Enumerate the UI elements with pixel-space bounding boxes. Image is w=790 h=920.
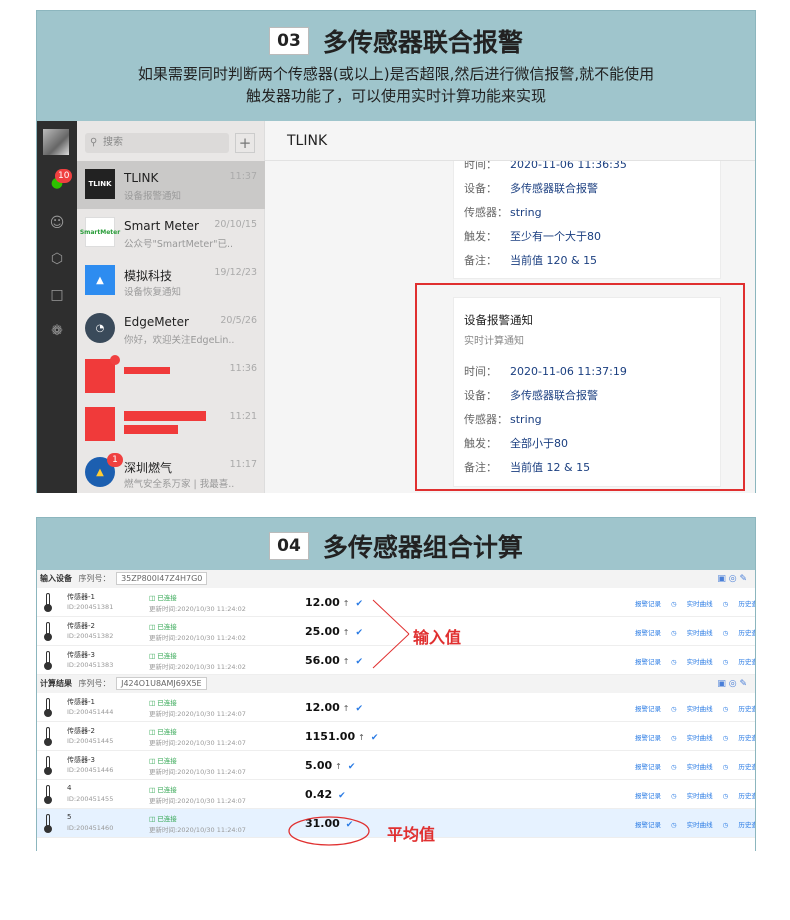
chat-title: TLINK [265, 121, 755, 161]
chat-preview: 燃气安全系万家 | 我最喜... [124, 479, 234, 490]
section-title: 多传感器联合报警 [322, 28, 523, 57]
message-card-1: 时间： 2020-11-06 11:36:35 设备： 多传感器联合报警 传感器： s… [453, 149, 721, 279]
redacted-block [124, 411, 206, 421]
chat-item-shenzhen-gas[interactable]: ▲ 1 深圳燃气 燃气安全系万家 | 我最喜... 11:17 [77, 449, 265, 493]
chat-time: 11:37 [229, 171, 257, 182]
box-icon[interactable]: ⬡ [47, 249, 67, 269]
panel-04-header: 04 多传感器组合计算 [37, 528, 755, 564]
annotation-average: 平均值 [387, 825, 436, 844]
tlink-avatar: TLINK [85, 169, 115, 199]
unread-dot [110, 355, 120, 365]
panel-03-header: 03 多传感器联合报警 [37, 23, 755, 59]
chat-preview: 你好，欢迎关注EdgeLin... [124, 335, 234, 346]
chat-name: Smart Meter [124, 219, 199, 233]
msg1-trigger-row: 触发： 至少有一个大于80 [464, 230, 601, 243]
chat-name: EdgeMeter [124, 315, 189, 329]
panel-04: 04 多传感器组合计算 输入设备 序列号： 35ZP800I47Z4H7G0 ▣… [36, 517, 756, 851]
highlight-box [415, 283, 745, 491]
chat-time: 11:36 [229, 363, 257, 374]
redacted-block [85, 359, 115, 393]
chat-time: 20/10/15 [214, 219, 257, 230]
redacted-block [124, 425, 178, 434]
chat-preview: 设备报警通知 [124, 191, 182, 202]
panel-03: 03 多传感器联合报警 如果需要同时判断两个传感器(或以上)是否超限,然后进行微… [36, 10, 756, 493]
msg1-device-row: 设备： 多传感器联合报警 [464, 182, 598, 195]
chat-item-redacted-2[interactable]: 11:21 [77, 401, 265, 449]
moni-avatar: ▲ [85, 265, 115, 295]
chat-name: 深圳燃气 [124, 461, 173, 475]
chat-pane: 时间： 2020-11-06 11:36:35 设备： 多传感器联合报警 传感器： s… [265, 121, 755, 493]
chat-name: TLINK [124, 171, 159, 185]
chat-item-edgemeter[interactable]: ◔ EdgeMeter 你好，欢迎关注EdgeLin... 20/5/26 [77, 305, 265, 353]
unread-badge: 10 [55, 169, 73, 183]
settings-icon[interactable]: ❁ [47, 321, 67, 341]
annotation-lines [288, 599, 410, 846]
chat-time: 11:21 [229, 411, 257, 422]
search-placeholder: 搜索 [103, 137, 123, 148]
chat-item-smart-meter[interactable]: SmartMeter Smart Meter 公众号"SmartMeter"已.… [77, 209, 265, 257]
section-number: 04 [269, 532, 309, 560]
wechat-nav-bar: ● 10 ☺ ⬡ □ ❁ [37, 121, 77, 493]
chat-list: ⚲ 搜索 + TLINK TLINK 设备报警通知 11:37 SmartMet… [77, 121, 265, 493]
subtitle-line-1: 如果需要同时判断两个传感器(或以上)是否超限,然后进行微信报警,就不能使用 [137, 65, 655, 83]
unread-badge: 1 [107, 453, 123, 467]
chat-preview: 公众号"SmartMeter"已... [124, 239, 234, 250]
gauge-icon: ◔ [85, 313, 115, 343]
sensor-table: 输入设备 序列号： 35ZP800I47Z4H7G0 ▣ ◎ ✎ 传感器-1 ID… [37, 570, 755, 851]
search-input[interactable]: ⚲ 搜索 [85, 133, 229, 153]
redacted-block [85, 407, 115, 441]
chat-item-redacted-1[interactable]: 11:36 [77, 353, 265, 401]
folder-icon[interactable]: □ [47, 285, 67, 305]
msg1-note-row: 备注： 当前值 120 & 15 [464, 254, 598, 267]
chat-item-moni[interactable]: ▲ 模拟科技 设备恢复通知 19/12/23 [77, 257, 265, 305]
add-button[interactable]: + [235, 133, 255, 153]
annotation-input: 输入值 [413, 628, 462, 647]
smart-meter-avatar: SmartMeter [80, 217, 120, 247]
section-subtitle: 如果需要同时判断两个传感器(或以上)是否超限,然后进行微信报警,就不能使用 触发… [57, 63, 735, 107]
section-title: 多传感器组合计算 [322, 533, 523, 562]
avatar[interactable] [43, 129, 69, 155]
chat-preview: 设备恢复通知 [124, 287, 182, 298]
chat-time: 19/12/23 [214, 267, 257, 278]
msg1-sensor-row: 传感器： string [464, 206, 542, 219]
wechat-window: ● 10 ☺ ⬡ □ ❁ ⚲ 搜索 + TLINK TLINK 设备报警通知 1… [37, 121, 755, 493]
contacts-icon[interactable]: ☺ [47, 213, 67, 233]
subtitle-line-2: 触发器功能了，可以使用实时计算功能来实现 [245, 87, 546, 105]
redacted-block [124, 367, 170, 374]
search-icon: ⚲ [90, 137, 98, 148]
section-number: 03 [269, 27, 309, 55]
chat-time: 20/5/26 [220, 315, 257, 326]
chat-time: 11:17 [229, 459, 257, 470]
chat-item-tlink[interactable]: TLINK TLINK 设备报警通知 11:37 [77, 161, 265, 209]
chat-name: 模拟科技 [124, 269, 173, 283]
